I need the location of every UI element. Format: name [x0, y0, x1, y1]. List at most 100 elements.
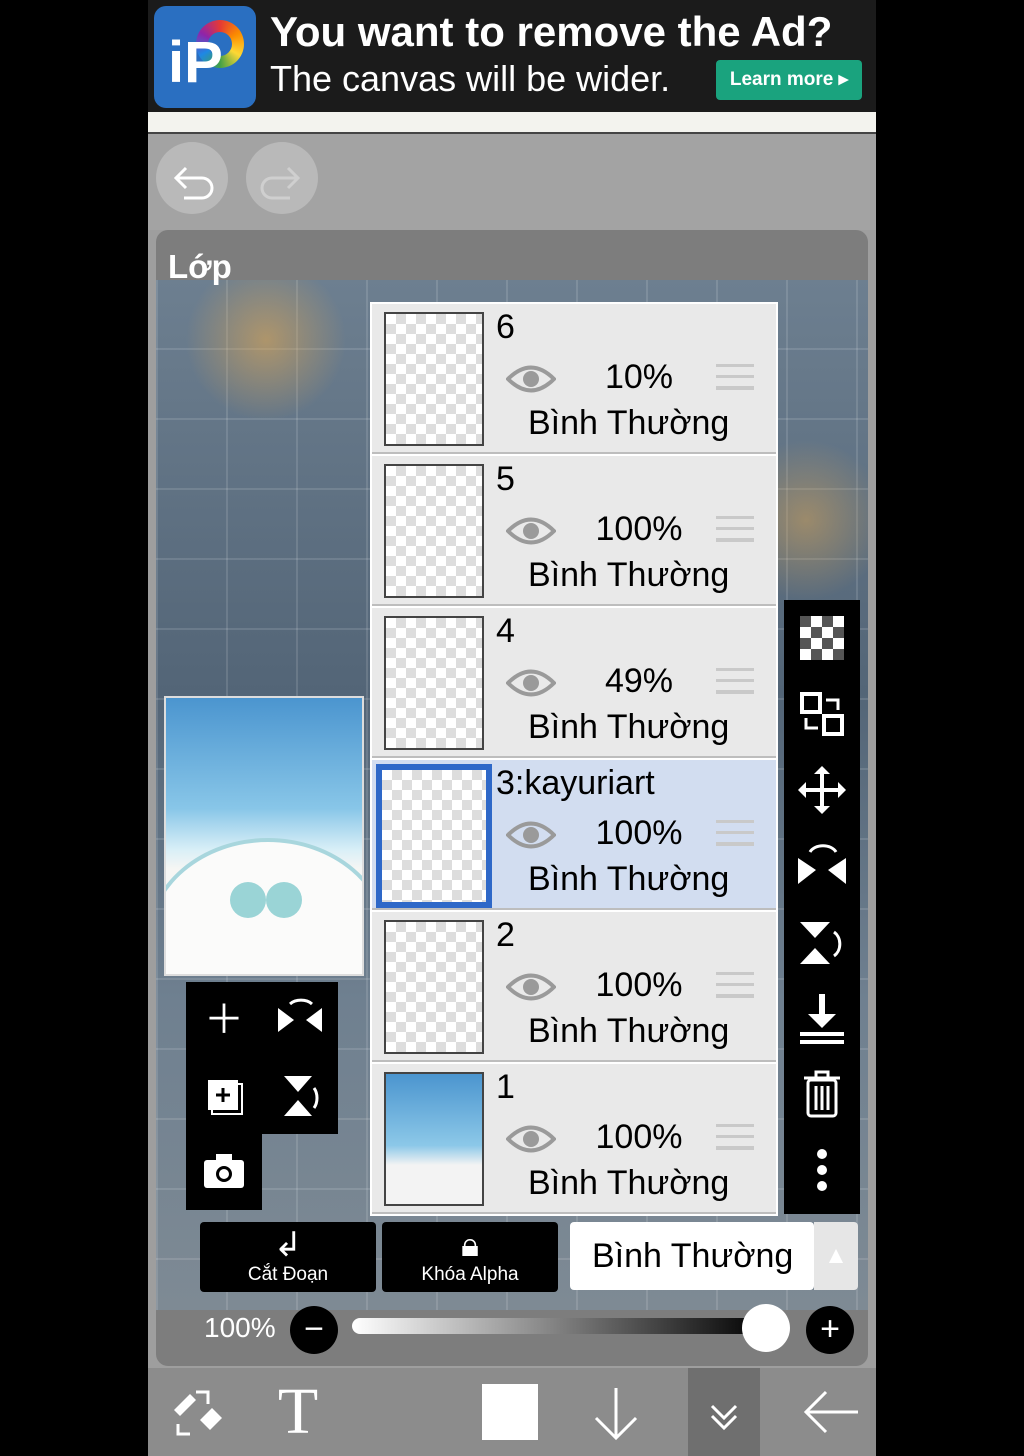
- drag-handle-icon[interactable]: [716, 972, 754, 998]
- ibis-paint-logo: iP: [154, 6, 256, 108]
- layer-thumbnail: [376, 764, 492, 908]
- layer-opacity: 10%: [604, 358, 674, 396]
- layer-thumbnail: [384, 616, 484, 750]
- swap-layer-icon: [800, 692, 844, 736]
- layer-row[interactable]: 6 10% Bình Thường: [372, 304, 776, 454]
- pen-eraser-button[interactable]: [156, 1368, 236, 1456]
- top-toolbar: [148, 134, 876, 230]
- learn-more-button[interactable]: Learn more ▸: [716, 60, 862, 100]
- eye-icon[interactable]: [506, 514, 556, 548]
- layer-blend-mode: Bình Thường: [528, 1164, 730, 1202]
- back-button[interactable]: [792, 1368, 868, 1456]
- add-copy-layer-button[interactable]: [186, 1058, 262, 1134]
- redo-button[interactable]: [246, 142, 318, 214]
- alpha-lock-label: Khóa Alpha: [421, 1264, 519, 1285]
- layer-panel: Lớp ＋ 6 10% Bình Thường 5 100% Bình Thườ…: [156, 230, 868, 1366]
- flip-horizontal-button[interactable]: [262, 982, 338, 1058]
- layer-thumbnail: [384, 920, 484, 1054]
- flip-vertical-rotate-button[interactable]: [784, 904, 860, 980]
- eye-icon[interactable]: [506, 818, 556, 852]
- drag-handle-icon[interactable]: [716, 516, 754, 542]
- layer-thumbnail: [384, 464, 484, 598]
- layer-blend-mode: Bình Thường: [528, 404, 730, 442]
- drag-handle-icon[interactable]: [716, 668, 754, 694]
- layer-opacity: 100%: [595, 510, 683, 548]
- text-icon: T: [277, 1375, 319, 1448]
- arrow-left-icon: [803, 1390, 858, 1434]
- layer-tools: ＋: [186, 982, 340, 1214]
- opacity-slider-track[interactable]: [352, 1318, 766, 1334]
- opacity-slider-thumb[interactable]: [742, 1304, 790, 1352]
- color-button[interactable]: [478, 1368, 542, 1456]
- blend-mode-select[interactable]: Bình Thường: [570, 1222, 814, 1290]
- triangle-up-icon: ▲: [824, 1242, 848, 1269]
- drag-handle-icon[interactable]: [716, 364, 754, 390]
- layer-blend-mode: Bình Thường: [528, 1012, 730, 1050]
- text-tool-button[interactable]: T: [258, 1368, 338, 1456]
- arrow-down-icon: [594, 1388, 638, 1441]
- move-icon: [798, 766, 846, 814]
- more-options-button[interactable]: [784, 1132, 860, 1208]
- flip-vertical-icon: [284, 1076, 319, 1116]
- layer-thumbnail: [384, 1072, 484, 1206]
- redo-icon: [260, 166, 301, 200]
- undo-icon: [173, 166, 214, 200]
- divider-strip: [148, 112, 876, 134]
- flip-vertical-button[interactable]: [262, 1058, 338, 1134]
- layer-down-button[interactable]: [578, 1368, 654, 1456]
- collapse-panel-button[interactable]: [688, 1368, 760, 1456]
- layer-opacity: 100%: [595, 814, 683, 852]
- opacity-decrease-button[interactable]: −: [290, 1306, 338, 1354]
- camera-button[interactable]: [186, 1134, 262, 1210]
- merge-down-icon: [800, 994, 844, 1044]
- add-copy-icon: [208, 1080, 243, 1115]
- delete-layer-button[interactable]: [784, 1056, 860, 1132]
- alpha-lock-icon: 🔒︎: [460, 1226, 480, 1264]
- opacity-increase-button[interactable]: +: [806, 1306, 854, 1354]
- alpha-lock-button[interactable]: 🔒︎ Khóa Alpha: [382, 1222, 558, 1292]
- layer-blend-mode: Bình Thường: [528, 708, 730, 746]
- more-vertical-icon: [817, 1149, 827, 1191]
- layer-opacity: 49%: [604, 662, 674, 700]
- layer-name: 4: [496, 612, 515, 650]
- undo-button[interactable]: [156, 142, 228, 214]
- eye-icon[interactable]: [506, 1122, 556, 1156]
- plus-icon: ＋: [204, 998, 244, 1042]
- swap-layer-button[interactable]: [784, 676, 860, 752]
- layer-row[interactable]: 2 100% Bình Thường: [372, 912, 776, 1062]
- blend-mode-dropdown-button[interactable]: ▲: [814, 1222, 858, 1290]
- ad-banner[interactable]: iP You want to remove the Ad? The canvas…: [148, 0, 876, 112]
- merge-down-button[interactable]: [784, 980, 860, 1056]
- plus-icon: +: [820, 1310, 840, 1348]
- move-button[interactable]: [784, 752, 860, 828]
- transparency-button[interactable]: [784, 600, 860, 676]
- layer-row[interactable]: 1 100% Bình Thường: [372, 1064, 776, 1214]
- layer-blend-mode: Bình Thường: [528, 860, 730, 898]
- minus-icon: −: [304, 1310, 324, 1348]
- color-swatch-icon: [482, 1384, 538, 1440]
- checkerboard-icon: [800, 616, 844, 660]
- layer-name: 1: [496, 1068, 515, 1106]
- layer-thumbnail: [384, 312, 484, 446]
- add-layer-button[interactable]: ＋: [186, 982, 262, 1058]
- eye-icon[interactable]: [506, 666, 556, 700]
- clipping-label: Cắt Đoạn: [247, 1264, 329, 1285]
- layer-name: 3:kayuriart: [496, 764, 655, 802]
- layer-row[interactable]: 5 100% Bình Thường: [372, 456, 776, 606]
- layer-row-selected[interactable]: 3:kayuriart 100% Bình Thường: [372, 760, 776, 910]
- eye-icon[interactable]: [506, 362, 556, 396]
- canvas-preview[interactable]: [164, 696, 364, 976]
- flip-vertical-rotate-icon: [800, 922, 842, 964]
- eye-icon[interactable]: [506, 970, 556, 1004]
- clipping-button[interactable]: ↲ Cắt Đoạn: [200, 1222, 376, 1292]
- layer-blend-mode: Bình Thường: [528, 556, 730, 594]
- layer-row[interactable]: 4 49% Bình Thường: [372, 608, 776, 758]
- pen-eraser-icon: [174, 1390, 222, 1436]
- app-window: iP You want to remove the Ad? The canvas…: [148, 0, 876, 1456]
- logo-text: iP: [168, 30, 223, 95]
- drag-handle-icon[interactable]: [716, 1124, 754, 1150]
- flip-horizontal-icon: [278, 998, 322, 1032]
- rotate-flip-button[interactable]: [784, 828, 860, 904]
- layer-name: 6: [496, 308, 515, 346]
- drag-handle-icon[interactable]: [716, 820, 754, 846]
